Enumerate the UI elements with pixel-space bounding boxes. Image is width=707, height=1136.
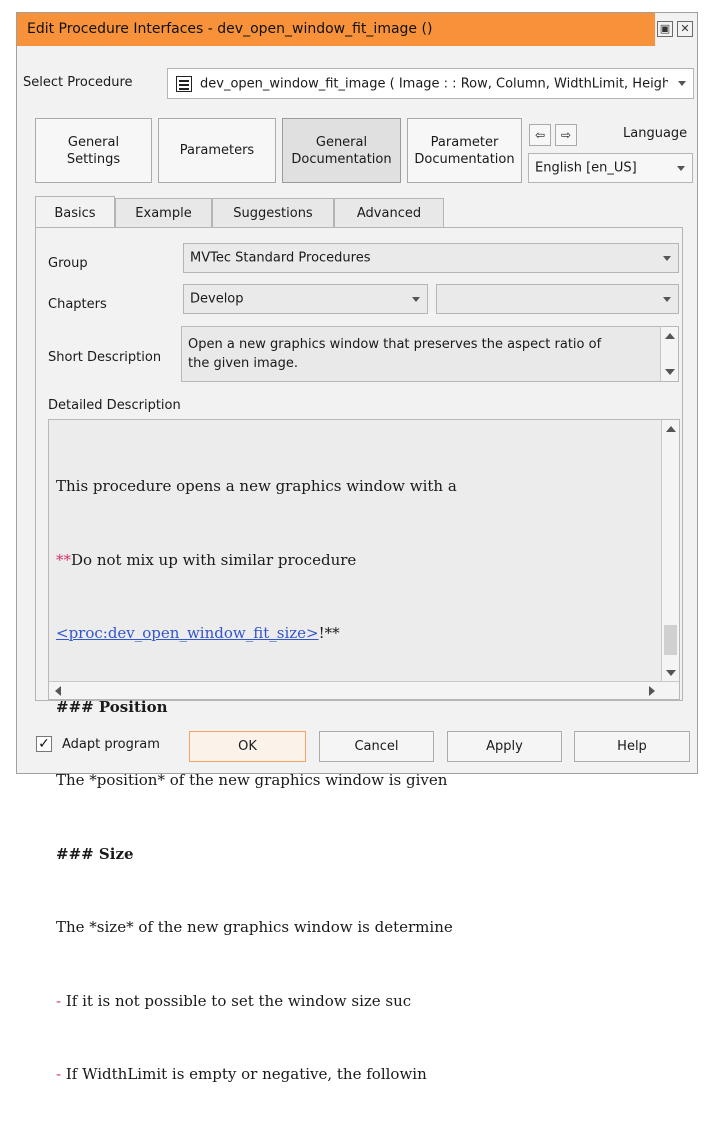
scroll-up-icon[interactable] <box>665 333 675 339</box>
tab-basics-label: Basics <box>54 205 96 221</box>
group-value: MVTec Standard Procedures <box>190 250 371 266</box>
select-procedure-combobox[interactable]: dev_open_window_fit_image ( Image : : Ro… <box>167 68 694 99</box>
detailed-description-editor[interactable]: This procedure opens a new graphics wind… <box>48 419 680 1083</box>
subchapter-combobox[interactable] <box>436 284 679 314</box>
procedure-icon <box>176 76 192 92</box>
scroll-down-icon[interactable] <box>665 369 675 375</box>
adapt-program-checkbox[interactable]: ✓ <box>36 736 52 752</box>
ok-button[interactable]: OK <box>189 731 306 762</box>
window-title: Edit Procedure Interfaces - dev_open_win… <box>27 21 433 37</box>
chevron-down-icon[interactable] <box>671 69 693 98</box>
scroll-left-icon[interactable] <box>55 686 61 696</box>
tab-suggestions[interactable]: Suggestions <box>212 198 334 228</box>
arrow-left-icon[interactable]: ⇦ <box>529 124 551 146</box>
help-label: Help <box>617 739 647 754</box>
code-line: - If WidthLimit is empty or negative, th… <box>56 1065 427 1083</box>
tab-example[interactable]: Example <box>115 198 212 228</box>
short-description-scrollbar[interactable] <box>660 327 678 381</box>
general-documentation-label: General Documentation <box>291 134 392 167</box>
code-line: ### Size <box>56 844 134 863</box>
select-procedure-value: dev_open_window_fit_image ( Image : : Ro… <box>200 76 668 91</box>
short-description-field[interactable]: Open a new graphics window that preserve… <box>181 326 679 382</box>
chapters-label: Chapters <box>48 297 107 312</box>
tab-advanced[interactable]: Advanced <box>334 198 444 228</box>
code-line: - If it is not possible to set the windo… <box>56 991 412 1010</box>
ok-label: OK <box>238 739 257 754</box>
code-line: **Do not mix up with similar procedure <box>56 550 357 569</box>
detailed-description-label: Detailed Description <box>48 398 181 413</box>
tab-suggestions-label: Suggestions <box>233 206 313 221</box>
tab-example-label: Example <box>135 206 192 221</box>
chapter-combobox[interactable]: Develop <box>183 284 428 314</box>
apply-button[interactable]: Apply <box>447 731 562 762</box>
chevron-down-icon[interactable] <box>405 285 427 313</box>
chevron-down-icon[interactable] <box>670 154 692 182</box>
detailed-description-hscrollbar[interactable] <box>49 681 679 699</box>
short-description-line-1: Open a new graphics window that preserve… <box>188 337 602 352</box>
code-line: <proc:dev_open_window_fit_size>!** <box>56 624 340 642</box>
title-bar[interactable]: Edit Procedure Interfaces - dev_open_win… <box>17 13 697 47</box>
scroll-down-icon[interactable] <box>666 670 676 676</box>
arrow-right-icon[interactable]: ⇨ <box>555 124 577 146</box>
general-documentation-button[interactable]: General Documentation <box>282 118 401 183</box>
scroll-thumb[interactable] <box>664 625 677 655</box>
restore-icon[interactable]: ▣ <box>657 21 673 37</box>
chevron-down-icon[interactable] <box>656 244 678 272</box>
code-line: This procedure opens a new graphics wind… <box>56 477 457 495</box>
tab-basics[interactable]: Basics <box>35 196 115 229</box>
basics-panel: Group MVTec Standard Procedures Chapters… <box>35 227 683 1083</box>
chevron-down-icon[interactable] <box>656 285 678 313</box>
general-settings-button[interactable]: General Settings <box>35 118 152 183</box>
procedure-link[interactable]: <proc:dev_open_window_fit_size> <box>56 624 319 642</box>
chapter-value: Develop <box>190 291 244 307</box>
help-button[interactable]: Help <box>574 731 690 762</box>
language-value: English [en_US] <box>535 160 637 176</box>
tab-advanced-label: Advanced <box>356 206 422 221</box>
scroll-up-icon[interactable] <box>666 426 676 432</box>
group-combobox[interactable]: MVTec Standard Procedures <box>183 243 679 273</box>
parameter-documentation-button[interactable]: Parameter Documentation <box>407 118 522 183</box>
adapt-program-label: Adapt program <box>62 737 160 752</box>
parameters-label: Parameters <box>179 143 255 158</box>
scroll-right-icon[interactable] <box>649 686 655 696</box>
parameters-button[interactable]: Parameters <box>158 118 276 183</box>
language-label: Language <box>623 126 688 141</box>
code-line: The *size* of the new graphics window is… <box>56 918 453 936</box>
detailed-description-text[interactable]: This procedure opens a new graphics wind… <box>56 425 656 1136</box>
group-label: Group <box>48 256 88 271</box>
language-combobox[interactable]: English [en_US] <box>528 153 693 183</box>
close-icon[interactable]: ✕ <box>677 21 693 37</box>
edit-procedure-interfaces-dialog: Edit Procedure Interfaces - dev_open_win… <box>16 12 698 1083</box>
code-line: The *position* of the new graphics windo… <box>56 771 448 789</box>
general-settings-label: General Settings <box>66 134 121 167</box>
short-description-label: Short Description <box>48 350 162 365</box>
apply-label: Apply <box>486 739 523 754</box>
short-description-line-2: the given image. <box>188 356 299 371</box>
cancel-label: Cancel <box>354 739 399 754</box>
parameter-documentation-label: Parameter Documentation <box>414 134 515 167</box>
select-procedure-label: Select Procedure <box>23 75 133 90</box>
detailed-description-vscrollbar[interactable] <box>661 420 679 682</box>
cancel-button[interactable]: Cancel <box>319 731 434 762</box>
